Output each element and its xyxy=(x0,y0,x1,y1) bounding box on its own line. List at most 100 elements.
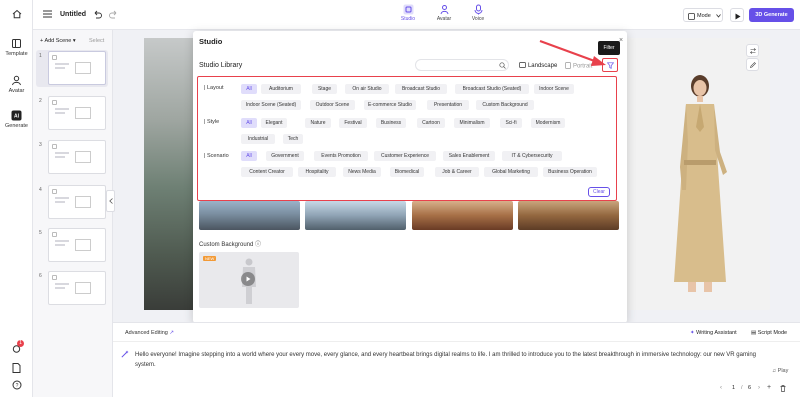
filter-chip[interactable]: On air Studio xyxy=(345,84,389,94)
filter-chip[interactable]: All xyxy=(241,84,257,94)
prev-page-icon[interactable]: ‹ xyxy=(720,385,722,391)
filter-chip[interactable]: Business xyxy=(376,118,406,128)
filter-chip[interactable]: Indoor Scene xyxy=(534,84,574,94)
rail-label-avatar: Avatar xyxy=(8,88,25,94)
filter-chip[interactable]: Cartoon xyxy=(417,118,445,128)
tab-voice-label: Voice xyxy=(471,16,485,22)
screen-icon xyxy=(688,12,695,20)
filter-chip[interactable]: Business Operation xyxy=(543,167,597,177)
preview-button[interactable] xyxy=(730,8,744,22)
top-bar: Untitled Studio Avatar Voice Mode 3D Gen… xyxy=(33,0,800,30)
add-page-icon[interactable]: + xyxy=(767,384,771,391)
avatar-figure[interactable] xyxy=(660,72,740,297)
custom-background-thumbnail[interactable]: NEW xyxy=(199,252,299,308)
home-button[interactable] xyxy=(0,9,33,21)
filter-chip[interactable]: Industrial xyxy=(241,134,275,144)
filter-chip[interactable]: Auditorium xyxy=(261,84,301,94)
pencil-icon xyxy=(750,62,756,68)
play-button[interactable] xyxy=(241,272,255,286)
filter-chip[interactable]: IT & Cybersecurity xyxy=(502,151,562,161)
filter-chip[interactable]: Sci-fi xyxy=(500,118,522,128)
filter-chip[interactable]: Tech xyxy=(283,134,303,144)
rail-item-generate[interactable]: AI Generate xyxy=(0,110,33,129)
filter-chip[interactable]: E-commerce Studio xyxy=(364,100,416,110)
magic-wand-icon[interactable] xyxy=(121,350,129,358)
filter-chip[interactable]: Broadcast Studio xyxy=(395,84,447,94)
annotation-arrow xyxy=(539,39,606,66)
filter-chip[interactable]: Customer Experience xyxy=(374,151,436,161)
filter-chip[interactable]: Elegant xyxy=(261,118,287,128)
scene-thumbnail[interactable]: 1 xyxy=(36,50,108,87)
mode-dropdown[interactable]: Mode xyxy=(683,8,723,22)
swap-button[interactable] xyxy=(746,44,759,57)
filter-chip[interactable]: Events Promotion xyxy=(314,151,368,161)
writing-assistant-button[interactable]: ✦ Writing Assistant xyxy=(690,330,737,336)
filter-chip[interactable]: Indoor Scene (Seated) xyxy=(241,100,301,110)
filter-chip[interactable]: Government xyxy=(266,151,304,161)
studio-thumbnail[interactable] xyxy=(518,201,619,230)
filter-chip[interactable]: Hospitality xyxy=(298,167,336,177)
script-mode-button[interactable]: ▤ Script Mode xyxy=(751,330,787,336)
script-panel: Advanced Editing ↗ ✦ Writing Assistant ▤… xyxy=(113,322,800,397)
filter-chip[interactable]: Broadcast Studio (Seated) xyxy=(455,84,529,94)
filter-chip[interactable]: News Media xyxy=(343,167,381,177)
play-voice-button[interactable]: ♫ Play xyxy=(772,368,788,374)
filter-chip[interactable]: Stage xyxy=(312,84,337,94)
script-text[interactable]: Hello everyone! Imagine stepping into a … xyxy=(135,350,775,370)
filter-chip[interactable]: Presentation xyxy=(427,100,469,110)
advanced-editing-link[interactable]: Advanced Editing ↗ xyxy=(125,330,174,336)
menu-icon[interactable] xyxy=(43,10,52,18)
scene-thumbnail[interactable]: 3 xyxy=(36,139,108,176)
avatar-icon xyxy=(440,5,448,15)
filter-chip[interactable]: All xyxy=(241,151,257,161)
scene-thumbnail[interactable]: 4 xyxy=(36,184,108,221)
filter-chip[interactable]: Minimalism xyxy=(454,118,490,128)
filter-chip[interactable]: Biomedical xyxy=(390,167,424,177)
tab-voice[interactable]: Voice xyxy=(465,4,491,22)
close-icon[interactable]: × xyxy=(619,37,623,44)
scene-preview xyxy=(48,51,106,85)
tab-studio[interactable]: Studio xyxy=(395,4,421,22)
rail-item-avatar[interactable]: Avatar xyxy=(0,75,33,94)
next-page-icon[interactable]: › xyxy=(758,385,760,391)
advanced-editing-label: Advanced Editing xyxy=(125,330,168,336)
tab-avatar[interactable]: Avatar xyxy=(431,4,457,22)
trash-icon[interactable] xyxy=(780,385,786,392)
filter-chip[interactable]: Outdoor Scene xyxy=(310,100,355,110)
filter-chip[interactable]: All xyxy=(241,118,257,128)
add-scene-button[interactable]: + Add Scene ▾ xyxy=(40,38,76,44)
edit-button[interactable] xyxy=(746,58,759,71)
swap-icon xyxy=(750,48,756,54)
filter-chip[interactable]: Custom Background xyxy=(476,100,534,110)
clear-button[interactable]: Clear xyxy=(588,187,610,197)
search-input[interactable] xyxy=(415,59,509,71)
page-total: 6 xyxy=(748,385,752,391)
select-button[interactable]: Select xyxy=(89,38,104,44)
redo-icon[interactable] xyxy=(109,10,118,19)
scene-thumbnail[interactable]: 6 xyxy=(36,270,108,307)
project-title[interactable]: Untitled xyxy=(60,11,86,18)
filter-chip[interactable]: Festival xyxy=(339,118,367,128)
filter-chip[interactable]: Global Marketing xyxy=(484,167,538,177)
help-button[interactable]: ? xyxy=(0,380,33,392)
filter-chip[interactable]: Job & Career xyxy=(435,167,479,177)
docs-button[interactable] xyxy=(0,363,33,375)
studio-thumbnail[interactable] xyxy=(199,201,300,230)
studio-thumbnail[interactable] xyxy=(305,201,406,230)
generate-button[interactable]: 3D Generate xyxy=(749,8,794,22)
undo-icon[interactable] xyxy=(93,10,102,19)
notifications-button[interactable]: 1 xyxy=(0,340,33,356)
studio-thumbnail[interactable] xyxy=(412,201,513,230)
scene-preview xyxy=(48,271,106,305)
rail-item-template[interactable]: Template xyxy=(0,38,33,57)
filter-chip[interactable]: Nature xyxy=(305,118,331,128)
scene-thumbnail[interactable]: 2 xyxy=(36,95,108,132)
left-rail: Template Avatar AI Generate 1 ? xyxy=(0,0,33,397)
rail-label-generate: Generate xyxy=(5,123,28,129)
scene-thumbnail[interactable]: 5 xyxy=(36,227,108,264)
script-mode-label: Script Mode xyxy=(757,330,788,336)
filter-chip[interactable]: Modernism xyxy=(531,118,565,128)
filter-chip[interactable]: Content Creator xyxy=(241,167,293,177)
filter-chip[interactable]: Sales Enablement xyxy=(443,151,495,161)
play-label: Play xyxy=(777,368,789,374)
